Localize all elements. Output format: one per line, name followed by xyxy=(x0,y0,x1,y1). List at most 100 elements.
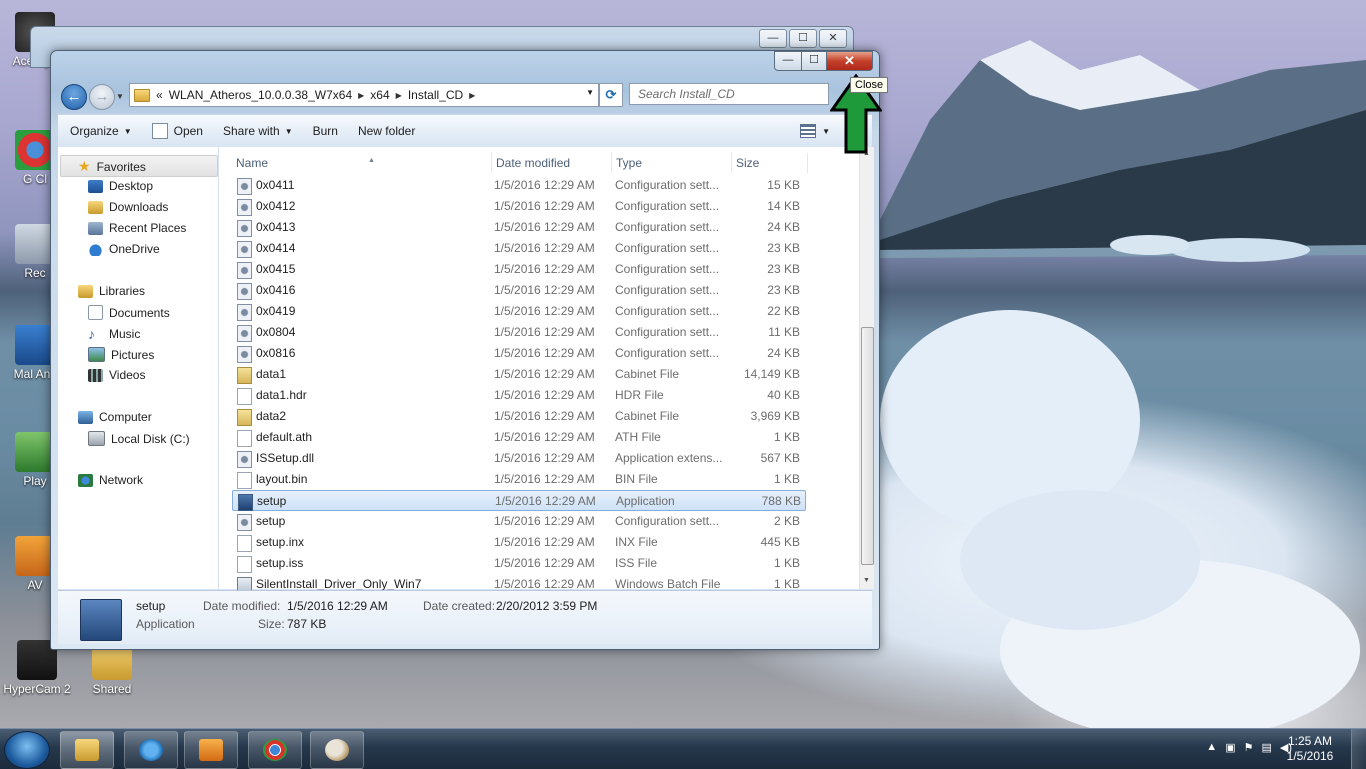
organize-button[interactable]: Organize ▼ xyxy=(70,124,132,138)
forward-button[interactable]: → xyxy=(89,84,115,110)
network-status-icon[interactable]: ▣ xyxy=(1225,741,1235,754)
internet-explorer-icon xyxy=(139,739,163,761)
file-row[interactable]: ISSetup.dll 1/5/2016 12:29 AM Application … xyxy=(232,448,806,469)
file-row[interactable]: 0x0416 1/5/2016 12:29 AM Configuration set… xyxy=(232,280,806,301)
chevron-right-icon[interactable]: ▶ xyxy=(396,91,402,100)
nav-network[interactable]: Network xyxy=(78,473,143,487)
breadcrumb-item[interactable]: x64 xyxy=(370,88,389,102)
nav-label: Favorites xyxy=(96,159,146,174)
nav-downloads[interactable]: Downloads xyxy=(88,200,168,214)
nav-music[interactable]: ♪ Music xyxy=(88,326,140,342)
nav-libraries[interactable]: Libraries xyxy=(78,284,145,298)
file-row[interactable]: default.ath 1/5/2016 12:29 AM ATH File 1 KB xyxy=(232,427,806,448)
file-row[interactable]: 0x0413 1/5/2016 12:29 AM Configuration set… xyxy=(232,217,806,238)
nav-label: Downloads xyxy=(109,200,169,214)
scrollbar-thumb[interactable] xyxy=(861,327,874,565)
recent-pages-dropdown-icon[interactable]: ▼ xyxy=(116,92,124,101)
minimize-button[interactable]: — xyxy=(759,29,787,48)
details-created-label: Date created: xyxy=(423,599,496,613)
file-row[interactable]: 0x0411 1/5/2016 12:29 AM Configuration set… xyxy=(232,175,806,196)
column-label: Date modified xyxy=(496,156,571,170)
file-row[interactable]: 0x0816 1/5/2016 12:29 AM Configuration set… xyxy=(232,343,806,364)
file-type: Configuration sett... xyxy=(615,304,720,318)
show-desktop-button[interactable] xyxy=(1351,729,1366,769)
file-row[interactable]: 0x0412 1/5/2016 12:29 AM Configuration set… xyxy=(232,196,806,217)
config-file-icon xyxy=(237,178,252,195)
file-row[interactable]: setup.inx 1/5/2016 12:29 AM INX File 445 KB xyxy=(232,532,806,553)
share-with-button[interactable]: Share with ▼ xyxy=(223,124,293,138)
search-input[interactable] xyxy=(629,83,829,105)
file-type: Configuration sett... xyxy=(615,346,720,360)
column-header-name[interactable]: ▲ Name xyxy=(232,153,492,173)
open-button[interactable]: Open xyxy=(151,123,203,139)
nav-documents[interactable]: Documents xyxy=(88,305,170,320)
taskbar-internet-explorer[interactable] xyxy=(124,731,178,769)
file-row[interactable]: data2 1/5/2016 12:29 AM Cabinet File 3,969 … xyxy=(232,406,806,427)
details-file-kind: Application xyxy=(136,617,195,631)
file-date-modified: 1/5/2016 12:29 AM xyxy=(495,494,596,508)
back-button[interactable]: ← xyxy=(61,84,87,110)
refresh-button[interactable]: ⟳ xyxy=(599,83,623,107)
nav-pictures[interactable]: Pictures xyxy=(88,347,154,362)
nav-favorites[interactable]: ★ Favorites xyxy=(78,158,146,175)
taskbar-windows-explorer[interactable] xyxy=(60,731,114,769)
address-bar[interactable]: « WLAN_Atheros_10.0.0.38_W7x64 ▶ x64 ▶ I… xyxy=(129,83,599,107)
nav-recent-places[interactable]: Recent Places xyxy=(88,221,186,235)
nav-desktop[interactable]: Desktop xyxy=(88,179,153,193)
column-header-date[interactable]: Date modified xyxy=(492,153,612,173)
file-row[interactable]: setup 1/5/2016 12:29 AM Configuration sett… xyxy=(232,511,806,532)
file-name: setup.iss xyxy=(256,556,304,570)
breadcrumb-item[interactable]: Install_CD xyxy=(408,88,463,102)
scroll-down-icon[interactable]: ▼ xyxy=(863,577,870,584)
file-row[interactable]: 0x0804 1/5/2016 12:29 AM Configuration set… xyxy=(232,322,806,343)
file-row[interactable]: setup 1/5/2016 12:29 AM Application 788 KB xyxy=(232,490,806,511)
column-header-type[interactable]: Type xyxy=(612,153,732,173)
window-controls: — ☐ ✕ xyxy=(774,51,873,71)
cloud-icon xyxy=(88,242,103,256)
nav-videos[interactable]: Videos xyxy=(88,368,145,382)
new-folder-button[interactable]: New folder xyxy=(358,124,415,138)
file-type: Configuration sett... xyxy=(615,262,720,276)
file-date-modified: 1/5/2016 12:29 AM xyxy=(494,325,595,339)
file-row[interactable]: 0x0419 1/5/2016 12:29 AM Configuration set… xyxy=(232,301,806,322)
file-row[interactable]: data1.hdr 1/5/2016 12:29 AM HDR File 40 KB xyxy=(232,385,806,406)
maximize-button[interactable]: ☐ xyxy=(802,51,827,71)
nav-label: Computer xyxy=(99,410,152,424)
maximize-button[interactable]: ☐ xyxy=(789,29,817,48)
minimize-button[interactable]: — xyxy=(774,51,802,71)
vertical-scrollbar[interactable]: ▲ ▼ xyxy=(859,147,874,589)
taskbar-paint[interactable] xyxy=(310,731,364,769)
close-button[interactable]: ✕ xyxy=(827,51,873,71)
safely-remove-hardware-icon[interactable]: ▤ xyxy=(1261,741,1271,754)
chevron-right-icon[interactable]: ▶ xyxy=(358,91,364,100)
taskbar-google-chrome[interactable] xyxy=(248,731,302,769)
action-center-flag-icon[interactable]: ⚑ xyxy=(1244,741,1254,754)
file-row[interactable]: 0x0415 1/5/2016 12:29 AM Configuration set… xyxy=(232,259,806,280)
computer-icon xyxy=(78,410,93,424)
file-date-modified: 1/5/2016 12:29 AM xyxy=(494,451,595,465)
chevron-down-icon[interactable]: ▼ xyxy=(822,127,830,136)
burn-button[interactable]: Burn xyxy=(313,124,338,138)
chevron-right-icon[interactable]: ▶ xyxy=(469,91,475,100)
start-button[interactable] xyxy=(4,731,50,769)
file-row[interactable]: 0x0414 1/5/2016 12:29 AM Configuration set… xyxy=(232,238,806,259)
chevron-down-icon[interactable]: ▼ xyxy=(586,88,594,97)
file-date-modified: 1/5/2016 12:29 AM xyxy=(494,304,595,318)
file-name: 0x0804 xyxy=(256,325,296,339)
file-row[interactable]: data1 1/5/2016 12:29 AM Cabinet File 14,149… xyxy=(232,364,806,385)
column-header-size[interactable]: Size xyxy=(732,153,808,173)
system-clock[interactable]: 1:25 AM 1/5/2016 xyxy=(1280,734,1340,764)
nav-computer[interactable]: Computer xyxy=(78,410,152,424)
breadcrumb-overflow[interactable]: « xyxy=(156,88,163,102)
nav-onedrive[interactable]: OneDrive xyxy=(88,242,160,256)
close-button[interactable]: ✕ xyxy=(819,29,847,48)
nav-label: Documents xyxy=(109,305,170,320)
breadcrumb-item[interactable]: WLAN_Atheros_10.0.0.38_W7x64 xyxy=(169,88,352,102)
file-row[interactable]: layout.bin 1/5/2016 12:29 AM BIN File 1 KB xyxy=(232,469,806,490)
taskbar-media-player[interactable] xyxy=(184,731,238,769)
file-row[interactable]: setup.iss 1/5/2016 12:29 AM ISS File 1 KB xyxy=(232,553,806,574)
show-hidden-icons-icon[interactable]: ▲ xyxy=(1206,741,1217,754)
change-view-icon[interactable] xyxy=(800,124,817,138)
nav-local-disk[interactable]: Local Disk (C:) xyxy=(88,431,190,446)
file-size: 1 KB xyxy=(773,556,800,570)
